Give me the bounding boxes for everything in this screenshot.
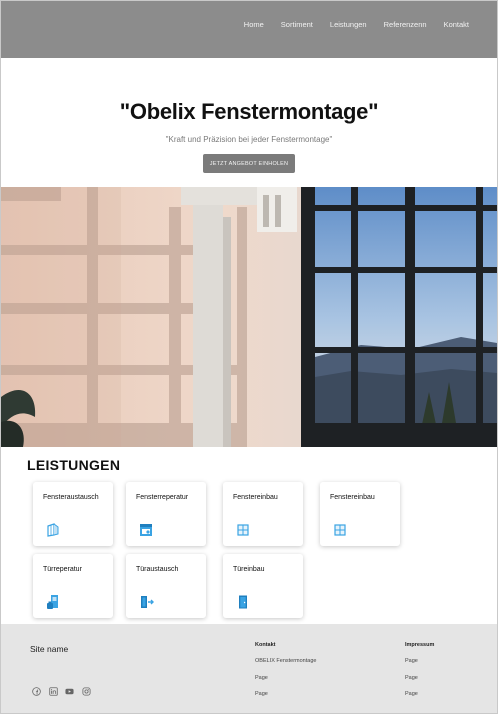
window-icon [334, 524, 346, 536]
door-icon [239, 595, 247, 609]
hero-photo [1, 187, 497, 447]
service-card-label: Fenstereinbau [233, 494, 278, 501]
facebook-icon[interactable] [32, 687, 41, 696]
service-card-tuereinbau[interactable]: Türeinbau [223, 554, 303, 618]
service-card-fensteraustausch[interactable]: Fensteraustausch [33, 482, 113, 546]
service-card-label: Fenstereinbau [330, 494, 375, 501]
nav-item-home[interactable]: Home [244, 20, 264, 29]
page: Home Sortiment Leistungen Referenzenn Ko… [0, 0, 498, 714]
footer-contact-link[interactable]: Page [255, 675, 268, 681]
service-card-label: Fensterreperatur [136, 494, 189, 501]
nav-item-leistungen[interactable]: Leistungen [330, 20, 367, 29]
hero-subtitle: "Kraft und Präzision bei jeder Fenstermo… [165, 135, 333, 144]
nav-links: Home Sortiment Leistungen Referenzenn Ko… [227, 20, 469, 29]
service-card-label: Fensteraustausch [43, 494, 99, 501]
door-exit-icon [141, 596, 154, 608]
service-card-tuerreperatur[interactable]: Türreperatur [33, 554, 113, 618]
footer-contact-heading: Kontakt [255, 642, 276, 648]
footer-impressum-link[interactable]: Page [405, 675, 418, 681]
linkedin-icon[interactable] [49, 687, 58, 696]
footer: Site name Kontakt OBELIX Fenstermontage … [1, 624, 497, 713]
nav-item-referenzen[interactable]: Referenzenn [384, 20, 427, 29]
service-card-tueraustausch[interactable]: Türaustausch [126, 554, 206, 618]
youtube-icon[interactable] [65, 687, 74, 696]
window-swap-icon [47, 523, 59, 537]
nav-item-sortiment[interactable]: Sortiment [281, 20, 313, 29]
nav-item-kontakt[interactable]: Kontakt [444, 20, 469, 29]
footer-contact-link[interactable]: Page [255, 691, 268, 697]
service-card-fenstereinbau[interactable]: Fenstereinbau [223, 482, 303, 546]
window-repair-icon [140, 524, 152, 536]
footer-contact-link[interactable]: OBELIX Fenstermontage [255, 658, 316, 664]
door-repair-icon [47, 595, 58, 609]
footer-impressum-link[interactable]: Page [405, 658, 418, 664]
footer-impressum-heading: Impressum [405, 642, 435, 648]
service-card-fensterreperatur[interactable]: Fensterreperatur [126, 482, 206, 546]
service-card-fenstereinbau-2[interactable]: Fenstereinbau [320, 482, 400, 546]
services-title: LEISTUNGEN [27, 457, 121, 473]
get-quote-button[interactable]: JETZT ANGEBOT EINHOLEN [203, 154, 295, 173]
top-navigation: Home Sortiment Leistungen Referenzenn Ko… [1, 1, 497, 58]
footer-impressum-link[interactable]: Page [405, 691, 418, 697]
footer-site-name: Site name [30, 644, 69, 654]
window-icon [237, 524, 249, 536]
instagram-icon[interactable] [82, 687, 91, 696]
service-card-label: Türaustausch [136, 566, 179, 573]
service-card-label: Türeinbau [233, 566, 265, 573]
service-card-label: Türreperatur [43, 566, 82, 573]
hero-title: "Obelix Fenstermontage" [119, 99, 379, 124]
